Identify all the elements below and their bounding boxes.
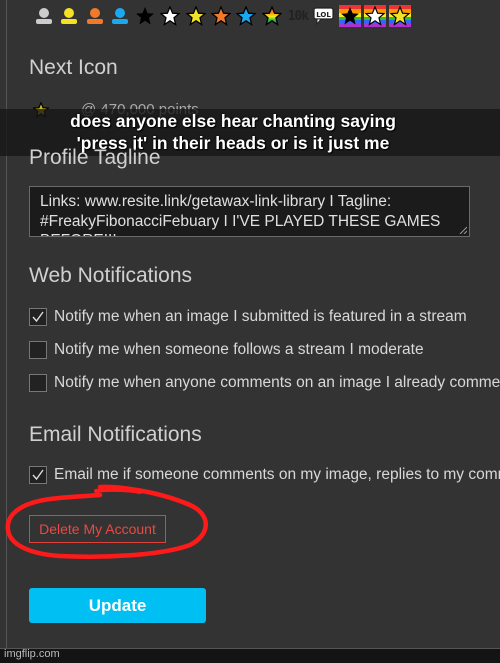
watermark-bar: imgflip.com — [0, 648, 500, 663]
star-rainbow-icon[interactable] — [260, 4, 284, 28]
checkbox-label: Notify me when anyone comments on an ima… — [54, 374, 500, 391]
web-notify-featured[interactable]: Notify me when an image I submitted is f… — [29, 308, 467, 326]
10k-icon[interactable]: 10k — [285, 4, 311, 28]
star-orange-icon[interactable] — [209, 4, 233, 28]
user-orange-icon[interactable] — [83, 4, 107, 28]
rainbow-star-black-icon[interactable] — [338, 4, 362, 28]
update-button[interactable]: Update — [29, 588, 206, 623]
lol-bubble-icon[interactable]: LOL — [312, 4, 336, 28]
user-blue-icon[interactable] — [108, 4, 132, 28]
user-yellow-icon[interactable] — [57, 4, 81, 28]
star-black-icon[interactable] — [133, 4, 157, 28]
web-notify-comments[interactable]: Notify me when anyone comments on an ima… — [29, 374, 500, 392]
user-gray-icon[interactable] — [32, 4, 56, 28]
checkbox-checked[interactable] — [29, 308, 47, 326]
caption-line-1: does anyone else hear chanting saying — [70, 111, 396, 131]
checkbox-label: Notify me when an image I submitted is f… — [54, 308, 467, 325]
profile-tagline-heading: Profile Tagline — [29, 146, 161, 169]
svg-text:LOL: LOL — [316, 11, 331, 19]
email-notifications-heading: Email Notifications — [29, 423, 202, 446]
watermark: imgflip.com — [4, 648, 60, 660]
rainbow-star-white-icon[interactable] — [363, 4, 387, 28]
icon-bar: 10k LOL — [32, 4, 413, 28]
checkbox-unchecked[interactable] — [29, 374, 47, 392]
next-icon-heading: Next Icon — [29, 56, 118, 79]
checkmark-icon — [32, 311, 44, 323]
star-blue-icon[interactable] — [234, 4, 258, 28]
web-notifications-heading: Web Notifications — [29, 264, 193, 287]
checkbox-unchecked[interactable] — [29, 341, 47, 359]
red-circle-annotation — [5, 484, 208, 559]
tagline-text: Links: www.resite.link/getawax-link-libr… — [40, 193, 441, 236]
star-white-icon[interactable] — [158, 4, 182, 28]
resize-handle-icon[interactable] — [459, 226, 467, 234]
web-notify-follows[interactable]: Notify me when someone follows a stream … — [29, 341, 424, 359]
rainbow-star-yellow-icon[interactable] — [388, 4, 412, 28]
profile-tagline-input[interactable]: Links: www.resite.link/getawax-link-libr… — [29, 186, 470, 237]
checkbox-label: Notify me when someone follows a stream … — [54, 341, 424, 358]
star-yellow-icon[interactable] — [184, 4, 208, 28]
